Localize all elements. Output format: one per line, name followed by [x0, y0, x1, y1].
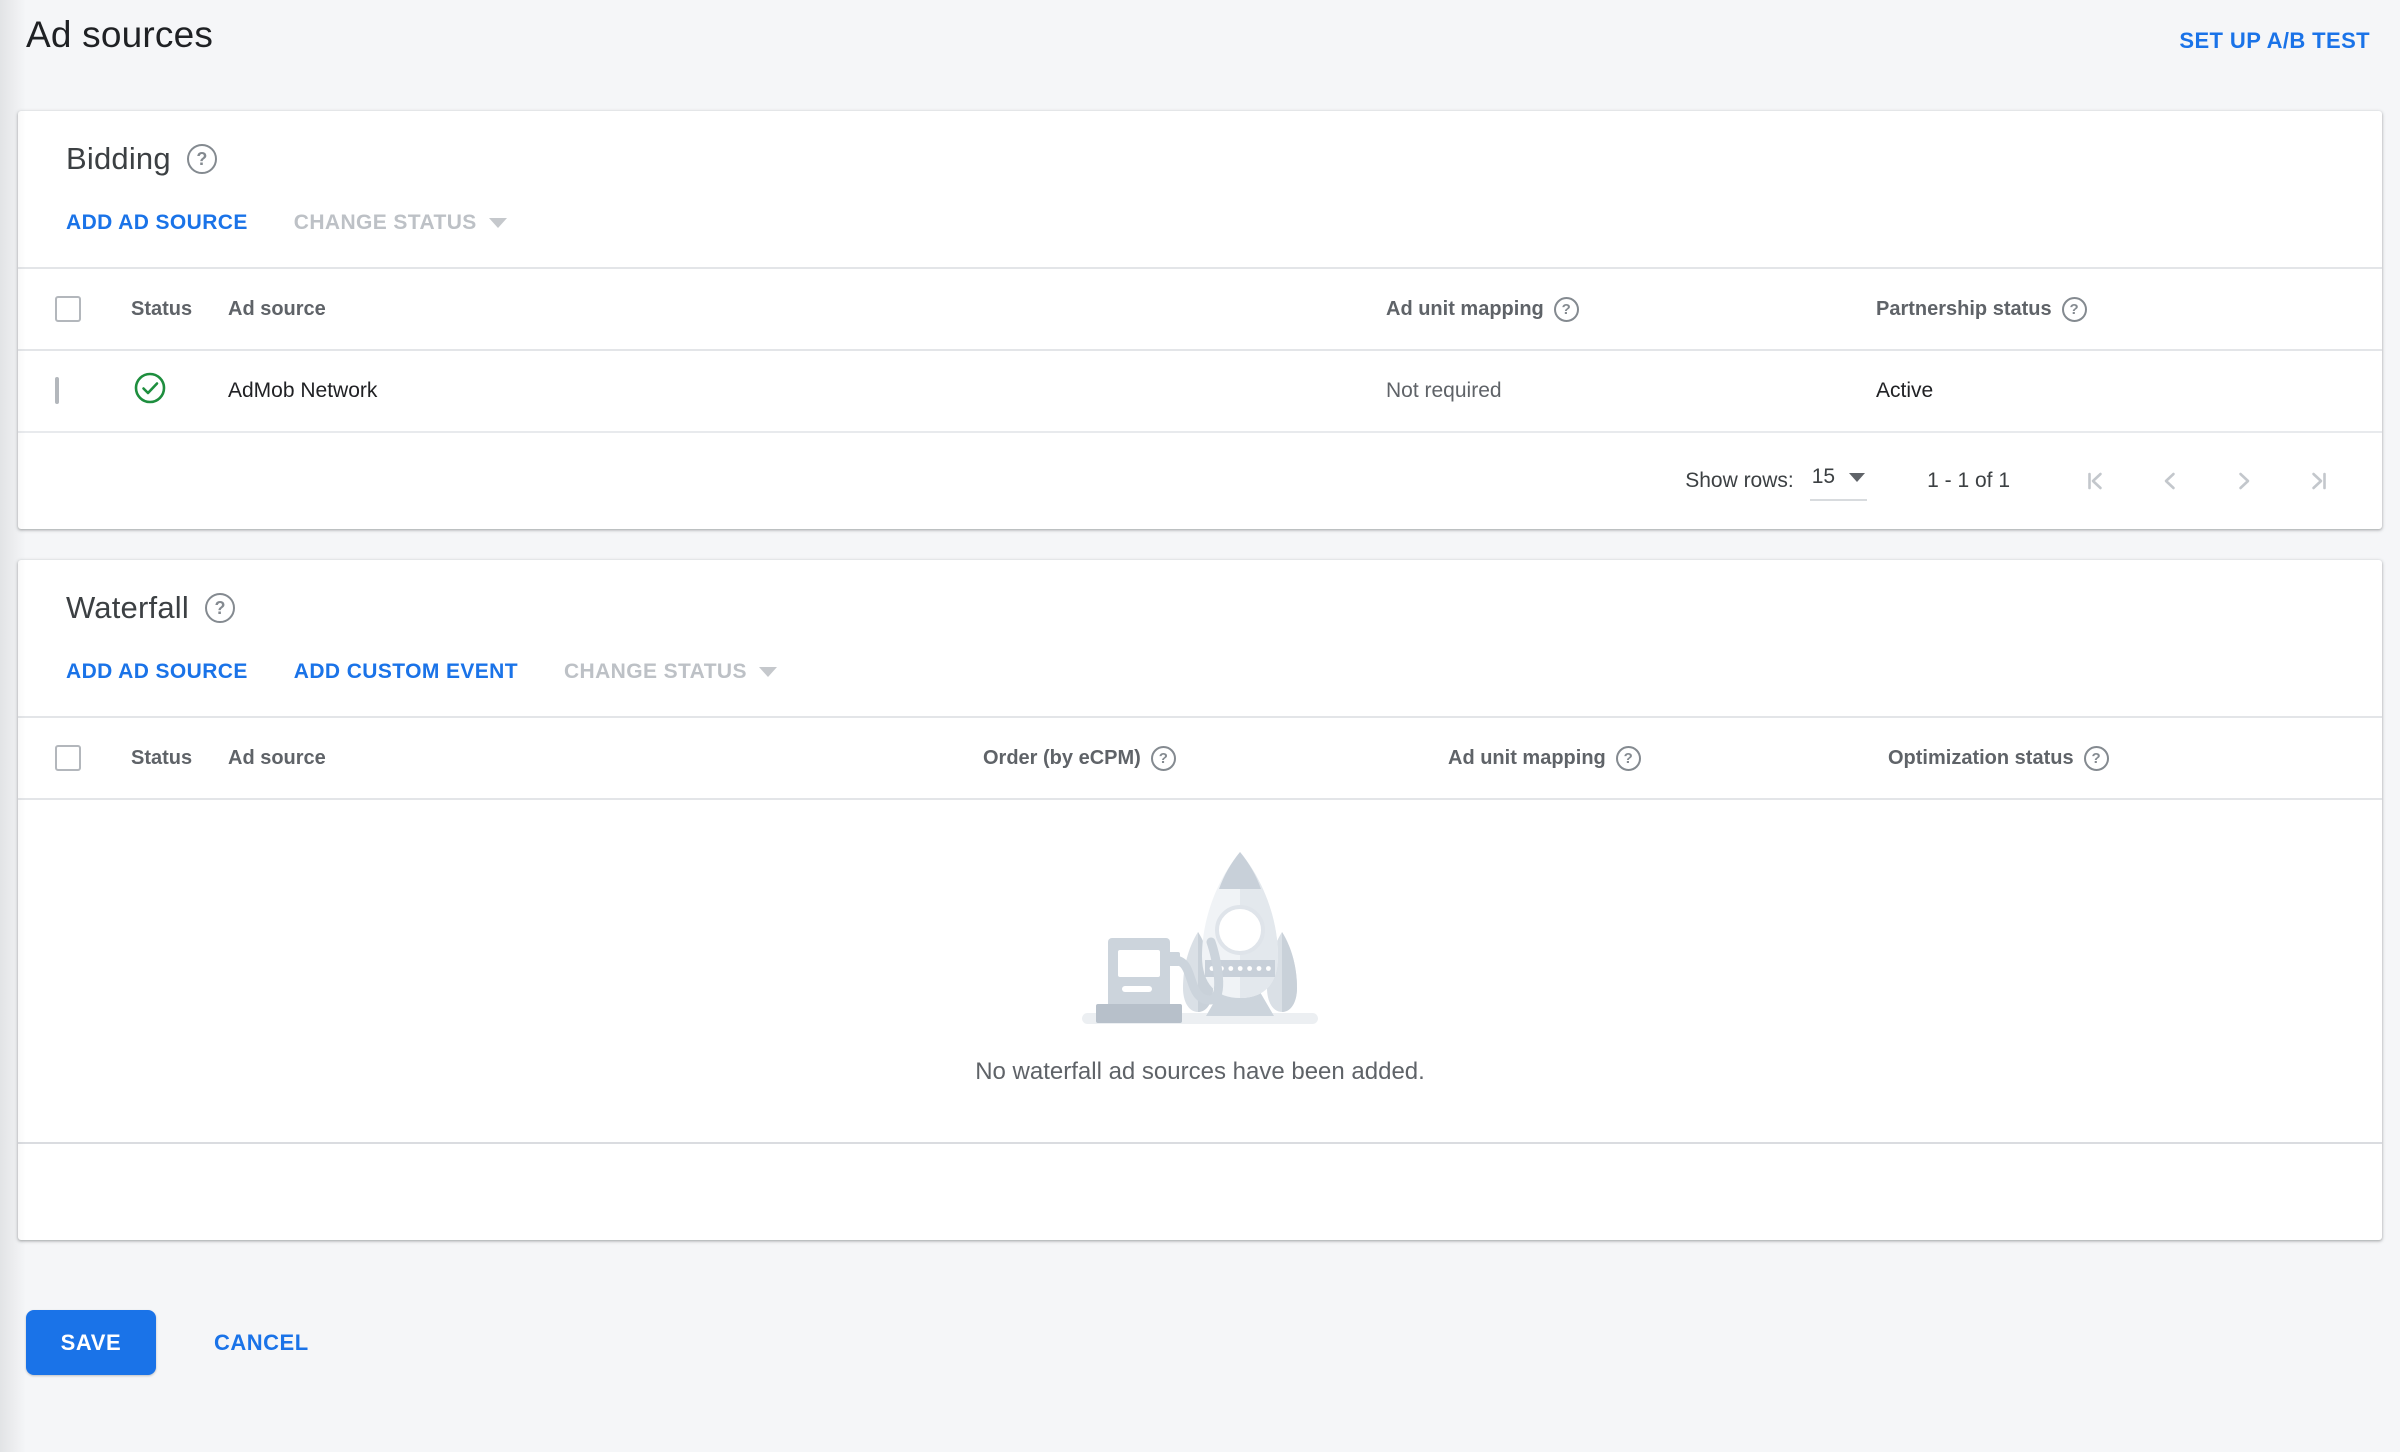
bidding-col-partnership-status: Partnership status [1876, 297, 2052, 320]
pagination-range: 1 - 1 of 1 [1927, 469, 2010, 492]
footer-actions: SAVE CANCEL [26, 1310, 2400, 1375]
bidding-title: Bidding [66, 141, 171, 176]
waterfall-col-order: Order (by eCPM) [983, 746, 1141, 769]
waterfall-empty-message: No waterfall ad sources have been added. [975, 1058, 1425, 1085]
top-bar: Ad sources SET UP A/B TEST [0, 0, 2400, 90]
waterfall-col-status: Status [131, 746, 193, 769]
ad-unit-mapping-help-icon[interactable]: ? [1553, 296, 1579, 322]
rows-per-page-value: 15 [1811, 465, 1836, 488]
waterfall-change-status-label: CHANGE STATUS [563, 660, 747, 683]
order-ecpm-help-icon[interactable]: ? [1150, 745, 1176, 771]
page-title: Ad sources [26, 14, 214, 55]
bidding-actions: ADD AD SOURCE CHANGE STATUS [66, 211, 2334, 267]
previous-page-icon[interactable] [2156, 467, 2184, 495]
bidding-table-header: Status Ad source Ad unit mapping ? Partn… [18, 267, 2382, 351]
waterfall-help-icon[interactable]: ? [204, 593, 235, 623]
waterfall-table-footer [18, 1144, 2382, 1240]
bidding-add-ad-source-button[interactable]: ADD AD SOURCE [66, 211, 248, 235]
bidding-card: Bidding ? ADD AD SOURCE CHANGE STATUS St… [18, 111, 2382, 529]
bidding-select-all-checkbox[interactable] [55, 296, 81, 322]
waterfall-ad-unit-mapping-help-icon[interactable]: ? [1615, 745, 1641, 771]
waterfall-col-ad-source: Ad source [228, 746, 326, 769]
bidding-col-ad-source: Ad source [228, 297, 326, 320]
row-checkbox[interactable] [55, 377, 59, 404]
bidding-col-ad-unit-mapping: Ad unit mapping [1386, 297, 1544, 320]
bidding-help-icon[interactable]: ? [186, 144, 217, 174]
cancel-button[interactable]: CANCEL [214, 1330, 309, 1356]
show-rows-label: Show rows: [1685, 469, 1794, 492]
waterfall-col-ad-unit-mapping: Ad unit mapping [1448, 746, 1606, 769]
waterfall-actions: ADD AD SOURCE ADD CUSTOM EVENT CHANGE ST… [66, 660, 2334, 716]
waterfall-empty-state: No waterfall ad sources have been added. [18, 800, 2382, 1144]
cell-partnership-status: Active [1876, 379, 1934, 402]
rows-per-page-select[interactable]: 15 [1809, 461, 1868, 501]
waterfall-title: Waterfall [66, 590, 189, 625]
chevron-down-icon [758, 667, 777, 677]
status-active-check-icon [133, 371, 167, 405]
bidding-change-status-button[interactable]: CHANGE STATUS [294, 211, 507, 235]
first-page-icon[interactable] [2082, 467, 2110, 495]
waterfall-card-header: Waterfall ? ADD AD SOURCE ADD CUSTOM EVE… [18, 560, 2382, 716]
waterfall-table-header: Status Ad source Order (by eCPM) ? Ad un… [18, 716, 2382, 800]
rocket-refueling-illustration [1082, 852, 1318, 1024]
waterfall-add-custom-event-button[interactable]: ADD CUSTOM EVENT [294, 660, 518, 684]
waterfall-card: Waterfall ? ADD AD SOURCE ADD CUSTOM EVE… [18, 560, 2382, 1240]
partnership-status-help-icon[interactable]: ? [2061, 296, 2087, 322]
bidding-pagination: Show rows: 15 1 - 1 of 1 [18, 433, 2382, 529]
waterfall-add-ad-source-button[interactable]: ADD AD SOURCE [66, 660, 248, 684]
last-page-icon[interactable] [2304, 467, 2332, 495]
waterfall-select-all-checkbox[interactable] [55, 745, 81, 771]
chevron-down-icon [488, 218, 507, 228]
optimization-status-help-icon[interactable]: ? [2083, 745, 2109, 771]
save-button[interactable]: SAVE [26, 1310, 156, 1375]
cell-ad-source: AdMob Network [228, 379, 378, 402]
waterfall-change-status-button[interactable]: CHANGE STATUS [564, 660, 777, 684]
chevron-down-icon [1849, 472, 1866, 482]
bidding-col-status: Status [131, 297, 193, 320]
set-up-ab-test-button[interactable]: SET UP A/B TEST [2179, 28, 2370, 54]
waterfall-col-optimization-status: Optimization status [1888, 746, 2074, 769]
cell-ad-unit-mapping: Not required [1386, 379, 1502, 402]
bidding-change-status-label: CHANGE STATUS [293, 211, 477, 234]
bidding-table-row-admob-network[interactable]: AdMob Network Not required Active [18, 351, 2382, 433]
next-page-icon[interactable] [2230, 467, 2258, 495]
bidding-card-header: Bidding ? ADD AD SOURCE CHANGE STATUS [18, 111, 2382, 267]
